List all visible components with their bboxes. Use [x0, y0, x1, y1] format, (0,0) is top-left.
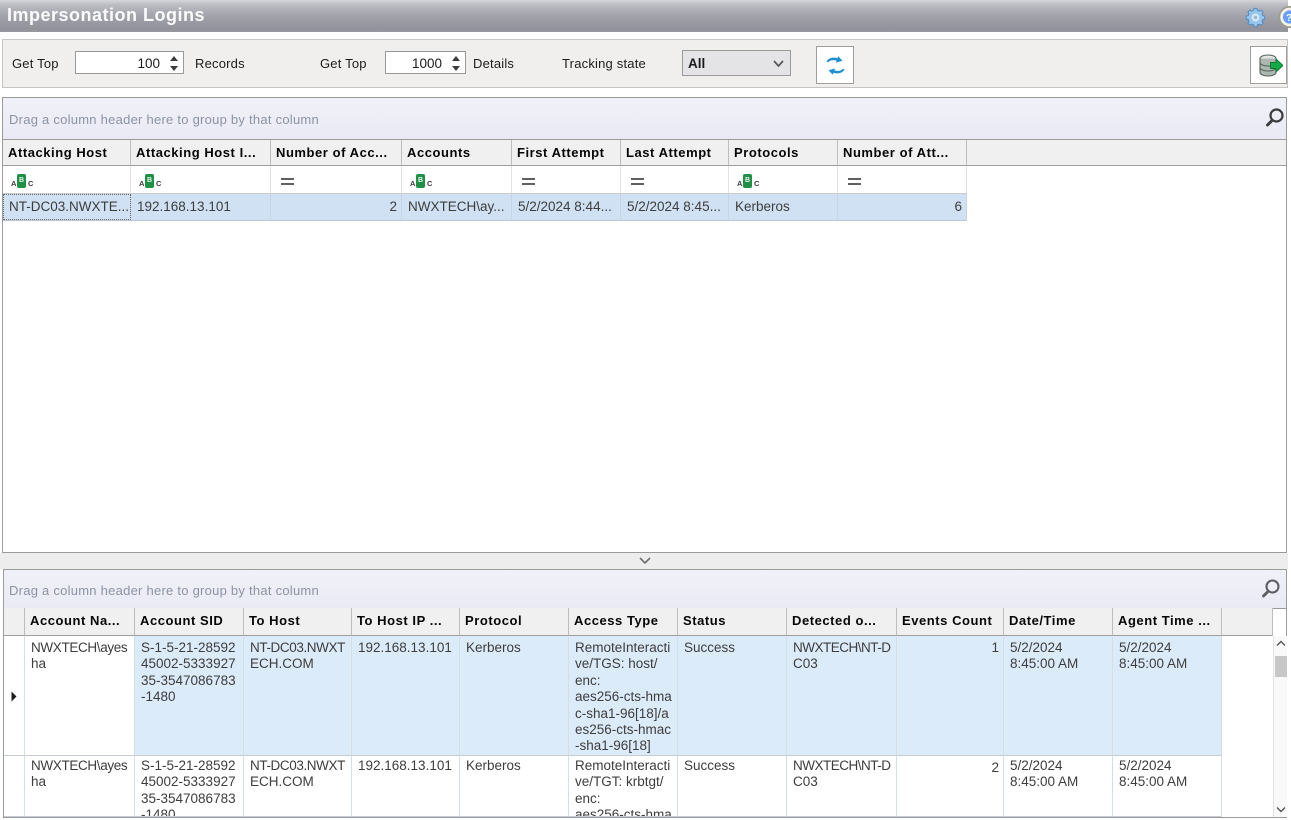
svg-text:?: ?	[1286, 13, 1291, 24]
